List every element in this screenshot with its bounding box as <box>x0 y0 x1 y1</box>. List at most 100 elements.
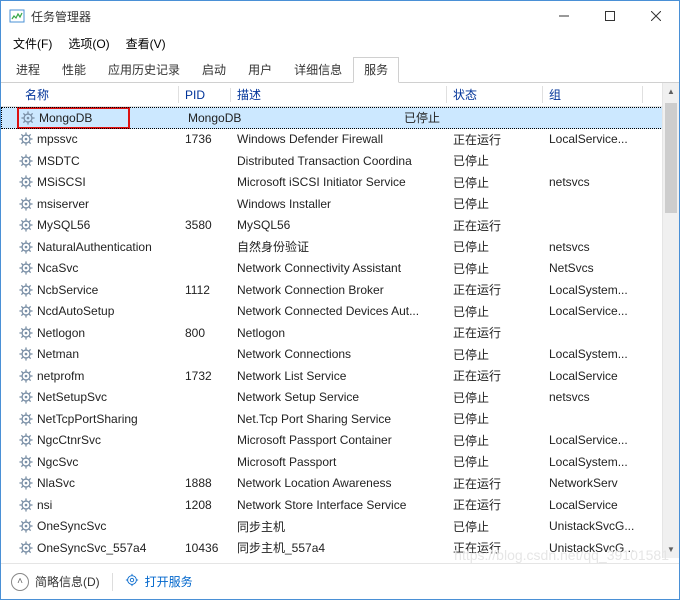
table-row[interactable]: MSiSCSIMicrosoft iSCSI Initiator Service… <box>1 172 679 194</box>
cell-desc: MySQL56 <box>231 218 447 232</box>
cell-desc: Network Store Interface Service <box>231 498 447 512</box>
cell-desc: 同步主机_557a4 <box>231 539 447 556</box>
cell-name: NaturalAuthentication <box>37 240 158 254</box>
chevron-up-icon: ˄ <box>11 573 29 591</box>
tab-history[interactable]: 应用历史记录 <box>97 57 191 82</box>
cell-group: UnistackSvcG... <box>543 541 643 555</box>
cell-group: LocalSystem... <box>543 347 643 361</box>
cell-desc: Network List Service <box>231 369 447 383</box>
cell-desc: Network Location Awareness <box>231 476 447 490</box>
cell-group: NetSvcs <box>543 261 643 275</box>
open-services-link[interactable]: 打开服务 <box>125 573 193 590</box>
cell-desc: MongoDB <box>182 111 398 125</box>
table-row[interactable]: NgcCtnrSvcMicrosoft Passport Container已停… <box>1 430 679 452</box>
cell-name: MySQL56 <box>37 218 96 232</box>
col-pid[interactable]: PID <box>179 84 231 106</box>
cell-name: NcdAutoSetup <box>37 304 120 318</box>
cell-status: 正在运行 <box>447 367 543 384</box>
maximize-button[interactable] <box>587 1 633 31</box>
fewer-details-button[interactable]: ˄ 简略信息(D) <box>11 573 100 591</box>
cell-pid: 1888 <box>179 476 231 490</box>
titlebar[interactable]: 任务管理器 <box>1 1 679 31</box>
close-button[interactable] <box>633 1 679 31</box>
table-row[interactable]: msiserver Windows Installer已停止 <box>1 193 679 215</box>
service-gear-icon <box>19 326 33 340</box>
cell-name: NgcSvc <box>37 455 84 469</box>
tab-processes[interactable]: 进程 <box>5 57 51 82</box>
table-row[interactable]: mpssvc1736Windows Defender Firewall正在运行L… <box>1 129 679 151</box>
cell-status: 已停止 <box>447 410 543 427</box>
table-row[interactable]: NcdAutoSetupNetwork Connected Devices Au… <box>1 301 679 323</box>
service-gear-icon <box>21 111 35 125</box>
table-row[interactable]: NcbService1112Network Connection Broker正… <box>1 279 679 301</box>
table-row[interactable]: NetSetupSvcNetwork Setup Service已停止netsv… <box>1 387 679 409</box>
tab-details[interactable]: 详细信息 <box>283 57 353 82</box>
table-row[interactable]: OneSyncSvc同步主机已停止UnistackSvcG... <box>1 516 679 538</box>
cell-name: Netman <box>37 347 85 361</box>
minimize-button[interactable] <box>541 1 587 31</box>
tab-startup[interactable]: 启动 <box>191 57 237 82</box>
tab-users[interactable]: 用户 <box>237 57 283 82</box>
service-gear-icon <box>19 412 33 426</box>
table-row[interactable]: NgcSvcMicrosoft Passport已停止LocalSystem..… <box>1 451 679 473</box>
footer-divider <box>112 573 113 591</box>
cell-status: 正在运行 <box>447 496 543 513</box>
window-title: 任务管理器 <box>31 8 541 25</box>
table-row[interactable]: MongoDBMongoDB已停止 <box>1 107 679 129</box>
table-row[interactable]: NetmanNetwork Connections已停止LocalSystem.… <box>1 344 679 366</box>
footer: ˄ 简略信息(D) 打开服务 <box>1 563 679 599</box>
col-desc[interactable]: 描述 <box>231 82 447 107</box>
cell-status: 已停止 <box>447 389 543 406</box>
vertical-scrollbar[interactable]: ▲ ▼ <box>662 83 679 558</box>
scroll-thumb[interactable] <box>665 103 677 213</box>
service-gear-icon <box>19 433 33 447</box>
cell-name: NgcCtnrSvc <box>37 433 107 447</box>
table-row[interactable]: NetTcpPortSharingNet.Tcp Port Sharing Se… <box>1 408 679 430</box>
cell-name: mpssvc <box>37 132 84 146</box>
gear-icon <box>125 573 139 590</box>
cell-name: OneSyncSvc_557a4 <box>37 541 152 555</box>
cell-group: LocalService... <box>543 433 643 447</box>
cell-group: UnistackSvcG... <box>543 519 643 533</box>
cell-name: netprofm <box>37 369 90 383</box>
table-row[interactable]: nsi1208Network Store Interface Service正在… <box>1 494 679 516</box>
cell-name: msiserver <box>37 197 95 211</box>
table-row[interactable]: NcaSvcNetwork Connectivity Assistant已停止N… <box>1 258 679 280</box>
cell-status: 已停止 <box>447 195 543 212</box>
menu-options[interactable]: 选项(O) <box>62 33 115 54</box>
cell-desc: Net.Tcp Port Sharing Service <box>231 412 447 426</box>
table-row[interactable]: OneSyncSvc_557a410436同步主机_557a4正在运行Unist… <box>1 537 679 559</box>
cell-status: 已停止 <box>447 260 543 277</box>
menu-view[interactable]: 查看(V) <box>120 33 172 54</box>
table-row[interactable]: netprofm1732Network List Service正在运行Loca… <box>1 365 679 387</box>
scroll-up-icon[interactable]: ▲ <box>663 83 679 100</box>
services-table: 名称 PID 描述 状态 组 MongoDBMongoDB已停止mpssvc17… <box>1 83 679 558</box>
tabs: 进程 性能 应用历史记录 启动 用户 详细信息 服务 <box>1 55 679 83</box>
cell-group: LocalService... <box>543 304 643 318</box>
col-name[interactable]: 名称 <box>19 82 179 107</box>
table-row[interactable]: MySQL563580MySQL56正在运行 <box>1 215 679 237</box>
cell-status: 已停止 <box>447 174 543 191</box>
service-gear-icon <box>19 197 33 211</box>
table-row[interactable]: NlaSvc1888Network Location Awareness正在运行… <box>1 473 679 495</box>
tab-services[interactable]: 服务 <box>353 57 399 83</box>
table-row[interactable]: NaturalAuthentication自然身份验证已停止netsvcs <box>1 236 679 258</box>
cell-status: 正在运行 <box>447 281 543 298</box>
service-gear-icon <box>19 369 33 383</box>
cell-status: 正在运行 <box>447 217 543 234</box>
service-gear-icon <box>19 519 33 533</box>
scroll-down-icon[interactable]: ▼ <box>663 541 679 558</box>
cell-status: 已停止 <box>447 453 543 470</box>
cell-name: MSiSCSI <box>37 175 92 189</box>
service-gear-icon <box>19 283 33 297</box>
menu-file[interactable]: 文件(F) <box>7 33 58 54</box>
table-row[interactable]: MSDTCDistributed Transaction Coordina已停止 <box>1 150 679 172</box>
cell-pid: 1732 <box>179 369 231 383</box>
cell-group: LocalSystem... <box>543 455 643 469</box>
cell-status: 已停止 <box>447 346 543 363</box>
col-group[interactable]: 组 <box>543 82 643 107</box>
cell-desc: Windows Installer <box>231 197 447 211</box>
tab-performance[interactable]: 性能 <box>51 57 97 82</box>
col-status[interactable]: 状态 <box>447 82 543 107</box>
table-row[interactable]: Netlogon800Netlogon正在运行 <box>1 322 679 344</box>
